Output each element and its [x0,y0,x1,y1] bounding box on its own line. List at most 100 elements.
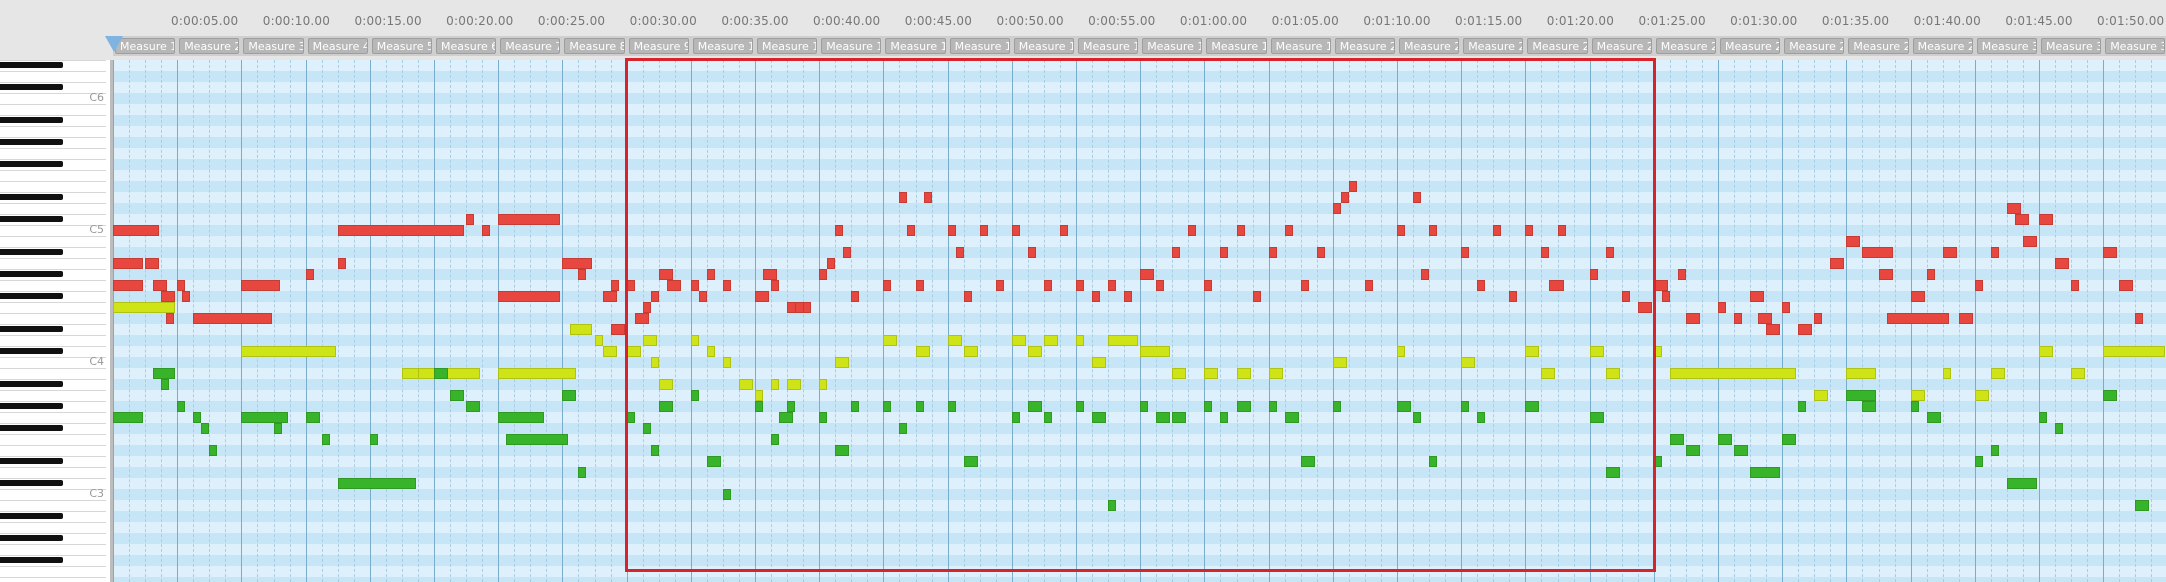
note-red[interactable] [1172,247,1181,258]
note-red[interactable] [2071,280,2080,291]
note-yellow[interactable] [1332,357,1347,368]
black-key[interactable] [0,117,63,123]
note-red[interactable] [1621,291,1630,302]
note-red[interactable] [1862,247,1893,258]
note-green[interactable] [883,401,892,412]
note-yellow[interactable] [1525,346,1540,357]
note-green[interactable] [819,412,828,423]
note-red[interactable] [2103,247,2118,258]
note-green[interactable] [1268,401,1277,412]
note-green[interactable] [1092,412,1107,423]
measure-label[interactable]: Measure 7 [500,38,561,54]
measure-label[interactable]: Measure 15 [1013,38,1074,54]
note-red[interactable] [1332,203,1341,214]
note-green[interactable] [1204,401,1213,412]
note-yellow[interactable] [241,346,336,357]
timeline-ruler[interactable]: 0:00:05.00 0:00:10.00 0:00:15.00 0:00:20.00… [0,0,2166,60]
note-green[interactable] [787,401,796,412]
note-green[interactable] [1734,445,1749,456]
note-green[interactable] [915,401,924,412]
note-red[interactable] [1220,247,1229,258]
note-red[interactable] [610,280,619,291]
note-green[interactable] [1397,401,1412,412]
note-yellow[interactable] [835,357,850,368]
measure-label[interactable]: Measure 9 [628,38,689,54]
note-green[interactable] [1653,456,1662,467]
note-red[interactable] [1316,247,1325,258]
note-green[interactable] [722,489,731,500]
measure-label[interactable]: Measure 25 [1655,38,1716,54]
note-red[interactable] [610,324,625,335]
measure-label[interactable]: Measure 13 [885,38,946,54]
measure-label[interactable]: Measure 3 [243,38,304,54]
note-yellow[interactable] [642,335,657,346]
note-green[interactable] [153,368,176,379]
note-red[interactable] [2039,214,2054,225]
measure-label[interactable]: Measure 22 [1463,38,1524,54]
note-yellow[interactable] [2103,346,2166,357]
measure-label[interactable]: Measure 30 [1976,38,2037,54]
measure-label[interactable]: Measure 17 [1142,38,1203,54]
note-green[interactable] [1669,434,1684,445]
black-key[interactable] [0,249,63,255]
note-red[interactable] [1364,280,1373,291]
note-green[interactable] [1076,401,1084,412]
note-green[interactable] [273,423,282,434]
note-yellow[interactable] [1011,335,1026,346]
note-green[interactable] [1926,412,1941,423]
note-red[interactable] [1421,269,1430,280]
note-green[interactable] [706,456,721,467]
note-green[interactable] [1027,401,1042,412]
note-red[interactable] [819,269,828,280]
note-green[interactable] [193,412,202,423]
note-yellow[interactable] [1669,368,1797,379]
note-red[interactable] [1252,291,1261,302]
note-yellow[interactable] [650,357,659,368]
measure-label[interactable]: Measure 29 [1912,38,1973,54]
note-green[interactable] [450,390,465,401]
note-yellow[interactable] [819,379,828,390]
note-red[interactable] [1677,269,1686,280]
note-red[interactable] [2022,236,2037,247]
note-green[interactable] [113,412,144,423]
note-red[interactable] [650,291,659,302]
note-yellow[interactable] [1990,368,2005,379]
note-red[interactable] [1685,313,1700,324]
note-green[interactable] [947,401,956,412]
note-red[interactable] [1886,313,1949,324]
note-red[interactable] [923,192,932,203]
note-yellow[interactable] [1942,368,1951,379]
note-green[interactable] [1862,401,1877,412]
note-red[interactable] [1549,280,1564,291]
black-key[interactable] [0,513,63,519]
note-red[interactable] [979,225,988,236]
note-red[interactable] [1958,313,1973,324]
note-green[interactable] [1910,401,1919,412]
note-red[interactable] [771,280,780,291]
note-green[interactable] [658,401,673,412]
measure-label[interactable]: Measure 12 [821,38,882,54]
note-green[interactable] [2039,412,2047,423]
note-green[interactable] [2006,478,2037,489]
note-red[interactable] [843,247,852,258]
note-yellow[interactable] [570,324,593,335]
note-green[interactable] [1990,445,1999,456]
note-red[interactable] [1493,225,1502,236]
note-yellow[interactable] [690,335,699,346]
black-key[interactable] [0,194,63,200]
black-key[interactable] [0,348,63,354]
note-red[interactable] [835,225,844,236]
black-key[interactable] [0,139,63,145]
note-green[interactable] [1798,401,1807,412]
note-yellow[interactable] [1814,390,1829,401]
note-yellow[interactable] [2039,346,2054,357]
note-yellow[interactable] [963,346,978,357]
measure-label[interactable]: Measure 23 [1527,38,1588,54]
black-key[interactable] [0,84,63,90]
note-red[interactable] [1661,291,1670,302]
note-red[interactable] [1140,269,1155,280]
note-red[interactable] [1942,247,1957,258]
note-yellow[interactable] [1236,368,1251,379]
note-yellow[interactable] [113,302,176,313]
measure-label[interactable]: Measure 18 [1206,38,1267,54]
